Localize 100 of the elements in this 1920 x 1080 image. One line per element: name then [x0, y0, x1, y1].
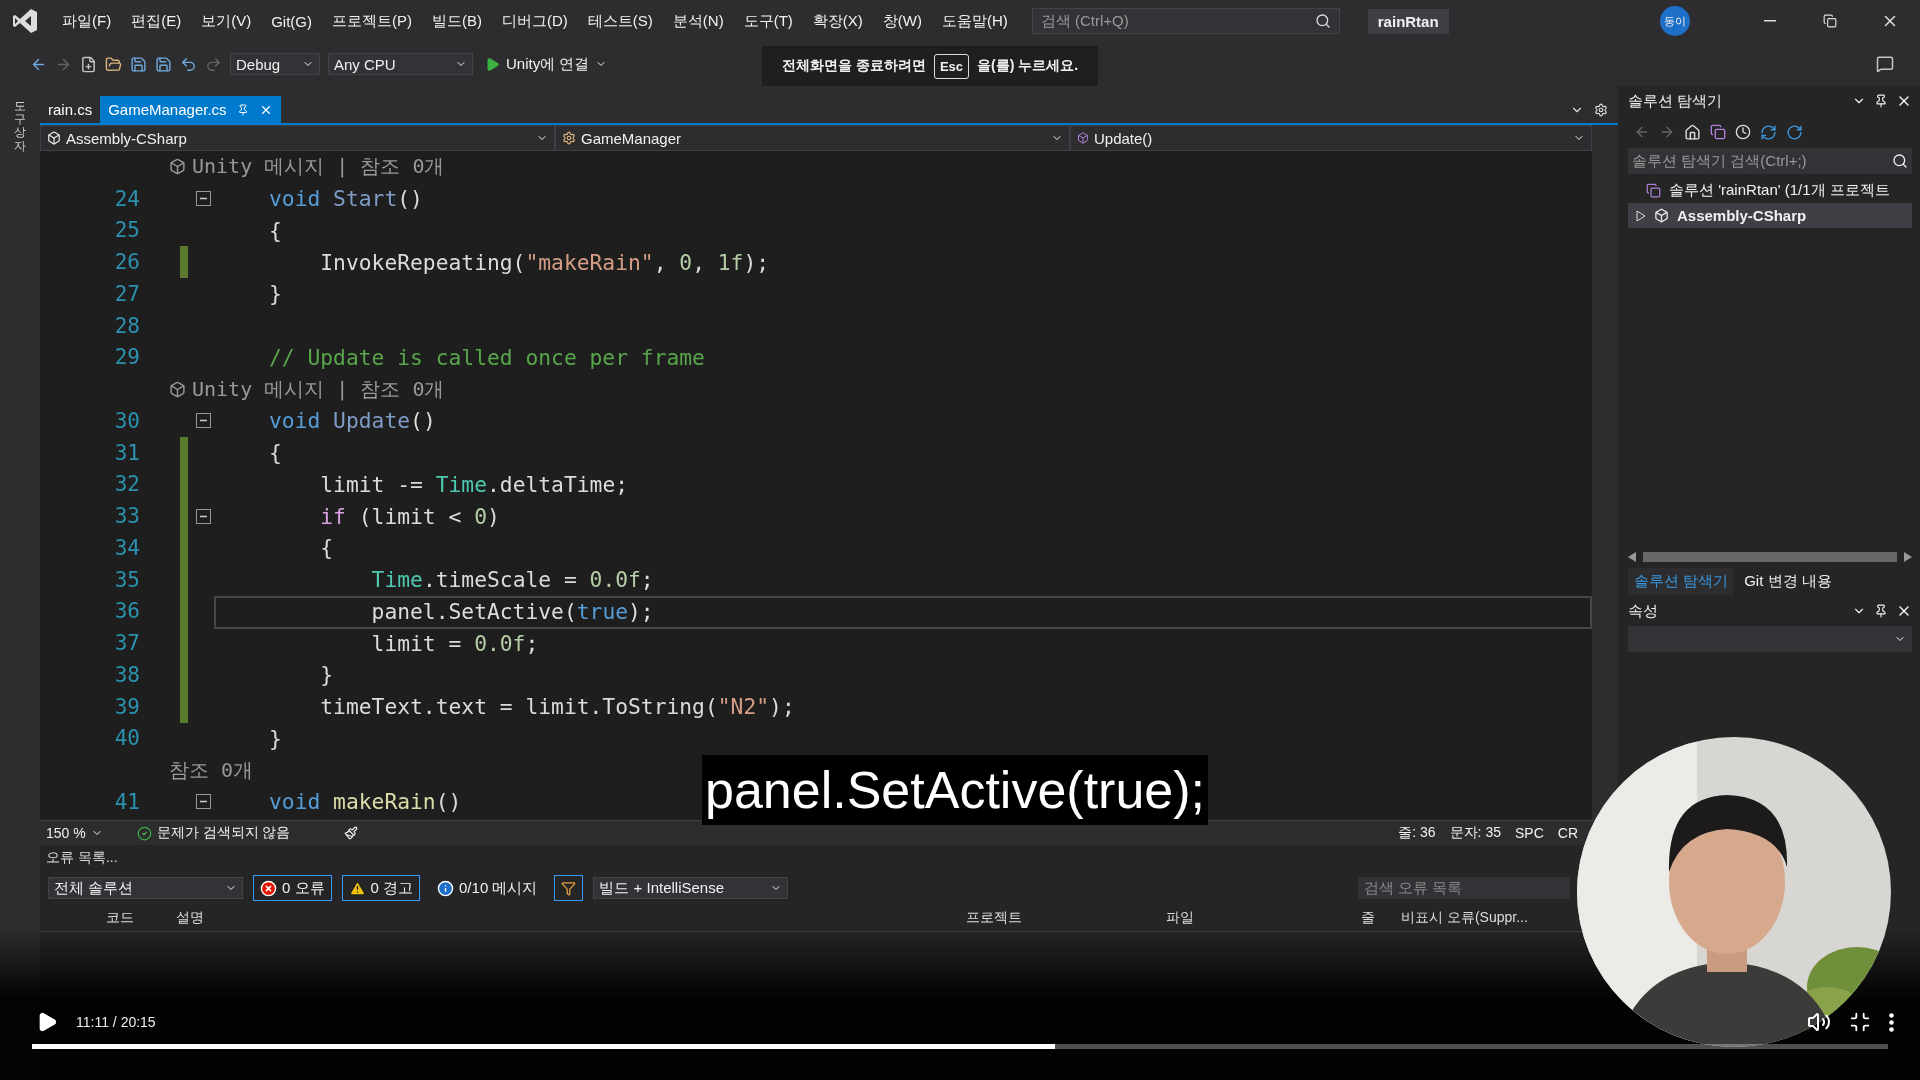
collapse-icon[interactable] [196, 191, 211, 207]
configuration-dropdown[interactable]: Debug [230, 53, 320, 75]
scope-dropdown[interactable]: 전체 솔루션 [48, 877, 243, 899]
menu-item[interactable]: 파일(F) [52, 11, 122, 31]
whitespace-indicator[interactable]: SPC [1514, 825, 1544, 841]
progress-track[interactable] [32, 1044, 1888, 1049]
tree-item[interactable]: Assembly-CSharp [1628, 203, 1912, 228]
line-number: 27 [113, 281, 140, 306]
code-line: { [269, 217, 282, 243]
menu-item[interactable]: 도구(T) [733, 11, 803, 31]
line-number: 26 [113, 250, 140, 275]
scroll-right-icon[interactable] [1903, 552, 1912, 562]
menu-item[interactable]: 도움말(H) [931, 11, 1018, 31]
search-field[interactable]: 솔루션 탐색기 검색(Ctrl+;) [1628, 148, 1912, 174]
redo-icon[interactable] [205, 55, 222, 73]
line-number: 28 [113, 313, 140, 338]
save-icon[interactable] [130, 55, 147, 73]
collapse-icon[interactable] [196, 794, 211, 810]
column-header[interactable]: 비표시 오류(Suppr... [1395, 909, 1528, 927]
tree-item[interactable]: 솔루션 'rainRtan' (1/1개 프로젝트 [1628, 178, 1912, 203]
solution-name: rainRtan [1367, 8, 1449, 34]
zoom-dropdown[interactable]: 150 % [46, 825, 103, 841]
filter-button[interactable]: 0 경고 [341, 875, 421, 901]
sync-icon[interactable] [1760, 123, 1777, 141]
menu-item[interactable]: 편집(E) [121, 11, 192, 31]
clear-filter-button[interactable] [554, 875, 584, 901]
menu-item[interactable]: 테스트(S) [577, 11, 663, 31]
line-number: 40 [113, 726, 140, 751]
issues-status[interactable]: 문제가 검색되지 않음 [156, 824, 291, 842]
platform-dropdown[interactable]: Any CPU [328, 53, 473, 75]
file-tab[interactable]: rain.cs [40, 96, 101, 123]
subtitle: panel.SetActive(true); [702, 755, 1209, 825]
search-field[interactable]: 검색 (Ctrl+Q) [1031, 8, 1340, 34]
feedback-icon[interactable] [1876, 55, 1894, 73]
more-button[interactable] [1889, 1012, 1894, 1032]
toolbox-tab[interactable]: 도구 상자 [14, 100, 26, 153]
project-dropdown[interactable]: Assembly-CSharp [40, 125, 555, 151]
brush-icon[interactable] [344, 826, 359, 840]
member-dropdown[interactable]: Update() [1070, 125, 1592, 151]
column-indicator[interactable]: 문자: 35 [1449, 824, 1501, 842]
undo-icon[interactable] [180, 55, 197, 73]
back-icon[interactable] [1634, 124, 1650, 140]
filter-button[interactable]: 0 오류 [253, 875, 332, 901]
refresh-icon[interactable] [1786, 123, 1803, 141]
menu-item[interactable]: 보기(V) [191, 11, 262, 31]
home-icon[interactable] [1684, 123, 1701, 141]
collapse-icon[interactable] [196, 508, 211, 524]
user-avatar[interactable]: 동이 [1660, 6, 1690, 36]
line-number: 32 [113, 472, 140, 497]
scrollbar-thumb[interactable] [1643, 552, 1897, 562]
pin-icon[interactable] [1874, 94, 1888, 108]
key-cap: Esc [933, 53, 970, 79]
volume-button[interactable] [1807, 1010, 1831, 1034]
menu-item[interactable]: 창(W) [872, 11, 932, 31]
menu-item[interactable]: 확장(X) [802, 11, 873, 31]
pin-icon[interactable] [1874, 604, 1888, 618]
filter-button[interactable]: 0/10 메시지 [430, 875, 545, 901]
menu-item[interactable]: 빌드(B) [422, 11, 492, 31]
scroll-left-icon[interactable] [1628, 552, 1637, 562]
collapse-icon[interactable] [196, 413, 211, 429]
minimize-icon [1764, 20, 1776, 22]
menu-item[interactable]: 프로젝트(P) [322, 11, 422, 31]
panel-title: 솔루션 탐색기 [1628, 91, 1723, 111]
code-line: { [269, 440, 282, 466]
save-all-icon[interactable] [155, 55, 172, 73]
menu-item[interactable]: 디버그(D) [492, 11, 578, 31]
code-line: panel.SetActive(true); [370, 598, 654, 624]
search-icon [1892, 153, 1908, 169]
column-header[interactable]: 줄 [1355, 909, 1375, 927]
menu-item[interactable]: 분석(N) [662, 11, 734, 31]
column-header[interactable]: 프로젝트 [960, 909, 1022, 927]
column-header[interactable]: 파일 [1160, 909, 1194, 927]
codelens-text[interactable]: 참조 0개 [169, 756, 254, 784]
panel-tab[interactable]: 솔루션 탐색기 [1628, 567, 1735, 595]
forward-icon[interactable] [1659, 124, 1675, 140]
line-ending-indicator[interactable]: CR [1557, 825, 1578, 841]
line-indicator[interactable]: 줄: 36 [1398, 824, 1436, 842]
source-dropdown[interactable]: 빌드 + IntelliSense [593, 877, 789, 899]
settings-icon[interactable] [1594, 103, 1608, 117]
clock-icon[interactable] [1735, 124, 1751, 140]
exit-fullscreen-button[interactable] [1849, 1011, 1871, 1033]
restore-icon [1823, 14, 1837, 28]
new-file-icon[interactable] [80, 55, 97, 73]
solution-icon [1646, 183, 1661, 198]
run-button[interactable]: Unity에 연결 [481, 54, 612, 74]
panel-tab[interactable]: Git 변경 내용 [1738, 567, 1838, 595]
folder-icon[interactable] [105, 55, 122, 73]
column-header[interactable]: 설명 [170, 909, 204, 927]
code-line: timeText.text = limit.ToString("N2"); [319, 694, 795, 720]
expander-icon[interactable] [1636, 210, 1646, 221]
codelens-text[interactable]: Unity 메시지 | 참조 0개 [169, 375, 445, 403]
class-dropdown[interactable]: GameManager [555, 125, 1070, 151]
line-number: 30 [113, 408, 140, 433]
switch-view-icon[interactable] [1710, 124, 1726, 140]
search-field[interactable]: 검색 오류 목록 [1358, 877, 1570, 899]
menu-item[interactable]: Git(G) [261, 12, 322, 30]
line-number: 37 [113, 631, 140, 656]
line-number: 31 [113, 440, 140, 465]
column-header[interactable]: 코드 [100, 909, 134, 927]
codelens-text[interactable]: Unity 메시지 | 참조 0개 [169, 153, 445, 181]
